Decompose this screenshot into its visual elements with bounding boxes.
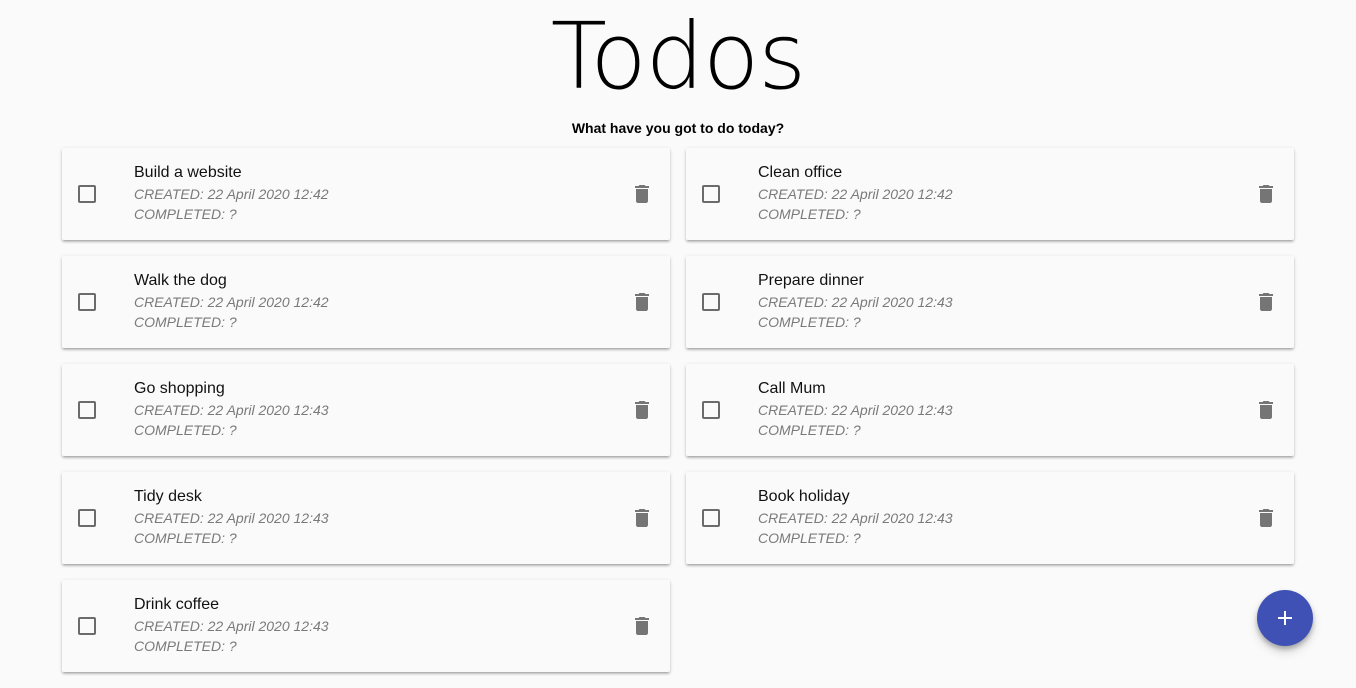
delete-button[interactable] (628, 504, 656, 532)
plus-icon (1278, 611, 1292, 625)
todo-text: Clean office CREATED: 22 April 2020 12:4… (758, 162, 953, 224)
delete-button[interactable] (628, 180, 656, 208)
header: Todos What have you got to do today? (0, 0, 1356, 146)
todo-text: Tidy desk CREATED: 22 April 2020 12:43 C… (134, 486, 329, 548)
todo-card: Walk the dog CREATED: 22 April 2020 12:4… (62, 256, 670, 348)
trash-icon (635, 617, 649, 635)
todo-completed: COMPLETED: ? (758, 206, 861, 222)
todo-title: Drink coffee (134, 596, 220, 613)
trash-icon (1259, 293, 1273, 311)
trash-icon (635, 293, 649, 311)
todo-card: Tidy desk CREATED: 22 April 2020 12:43 C… (62, 472, 670, 564)
todo-text: Call Mum CREATED: 22 April 2020 12:43 CO… (758, 378, 953, 440)
trash-icon (1259, 185, 1273, 203)
trash-icon (635, 401, 649, 419)
trash-icon (1259, 401, 1273, 419)
todo-checkbox[interactable] (78, 509, 96, 527)
todo-card: Build a website CREATED: 22 April 2020 1… (62, 148, 670, 240)
todo-created: CREATED: 22 April 2020 12:42 (134, 186, 329, 202)
todo-title: Prepare dinner (758, 272, 864, 289)
todo-card: Clean office CREATED: 22 April 2020 12:4… (686, 148, 1294, 240)
todo-completed: COMPLETED: ? (758, 314, 861, 330)
todo-created: CREATED: 22 April 2020 12:43 (134, 510, 329, 526)
todo-checkbox[interactable] (78, 185, 96, 203)
todo-grid: Build a website CREATED: 22 April 2020 1… (62, 148, 1294, 672)
todo-card: Prepare dinner CREATED: 22 April 2020 12… (686, 256, 1294, 348)
page-subtitle: What have you got to do today? (571, 120, 785, 136)
todo-text: Build a website CREATED: 22 April 2020 1… (134, 162, 329, 224)
todo-checkbox[interactable] (702, 293, 720, 311)
add-todo-button[interactable] (1257, 590, 1313, 646)
todo-title: Build a website (134, 164, 242, 181)
todo-checkbox[interactable] (78, 617, 96, 635)
todo-created: CREATED: 22 April 2020 12:43 (134, 618, 329, 634)
todo-card: Go shopping CREATED: 22 April 2020 12:43… (62, 364, 670, 456)
todo-title: Go shopping (134, 380, 225, 397)
delete-button[interactable] (628, 288, 656, 316)
delete-button[interactable] (1252, 504, 1280, 532)
todo-text: Walk the dog CREATED: 22 April 2020 12:4… (134, 270, 329, 332)
todo-completed: COMPLETED: ? (134, 422, 237, 438)
todo-completed: COMPLETED: ? (758, 422, 861, 438)
todo-title: Call Mum (758, 380, 826, 397)
todo-completed: COMPLETED: ? (134, 530, 237, 546)
todo-created: CREATED: 22 April 2020 12:43 (758, 402, 953, 418)
delete-button[interactable] (1252, 288, 1280, 316)
todo-created: CREATED: 22 April 2020 12:42 (758, 186, 953, 202)
todo-completed: COMPLETED: ? (134, 206, 237, 222)
todo-checkbox[interactable] (78, 293, 96, 311)
todo-title: Book holiday (758, 488, 850, 505)
todo-created: CREATED: 22 April 2020 12:43 (134, 402, 329, 418)
todo-title: Clean office (758, 164, 843, 181)
trash-icon (635, 509, 649, 527)
todo-title: Tidy desk (134, 488, 202, 505)
todo-created: CREATED: 22 April 2020 12:43 (758, 510, 953, 526)
todo-created: CREATED: 22 April 2020 12:42 (134, 294, 329, 310)
delete-button[interactable] (1252, 180, 1280, 208)
todo-checkbox[interactable] (702, 509, 720, 527)
trash-icon (635, 185, 649, 203)
delete-button[interactable] (628, 612, 656, 640)
trash-icon (1259, 509, 1273, 527)
todo-text: Go shopping CREATED: 22 April 2020 12:43… (134, 378, 329, 440)
todo-card: Drink coffee CREATED: 22 April 2020 12:4… (62, 580, 670, 672)
delete-button[interactable] (1252, 396, 1280, 424)
todo-checkbox[interactable] (702, 401, 720, 419)
todo-created: CREATED: 22 April 2020 12:43 (758, 294, 953, 310)
todo-checkbox[interactable] (78, 401, 96, 419)
todo-text: Drink coffee CREATED: 22 April 2020 12:4… (134, 594, 329, 656)
todo-completed: COMPLETED: ? (758, 530, 861, 546)
delete-button[interactable] (628, 396, 656, 424)
todo-text: Book holiday CREATED: 22 April 2020 12:4… (758, 486, 953, 548)
todo-text: Prepare dinner CREATED: 22 April 2020 12… (758, 270, 953, 332)
todo-checkbox[interactable] (702, 185, 720, 203)
todo-completed: COMPLETED: ? (134, 314, 237, 330)
todo-completed: COMPLETED: ? (134, 638, 237, 654)
page-title: Todos (550, 3, 806, 110)
todo-title: Walk the dog (134, 272, 227, 289)
todo-card: Book holiday CREATED: 22 April 2020 12:4… (686, 472, 1294, 564)
todo-card: Call Mum CREATED: 22 April 2020 12:43 CO… (686, 364, 1294, 456)
